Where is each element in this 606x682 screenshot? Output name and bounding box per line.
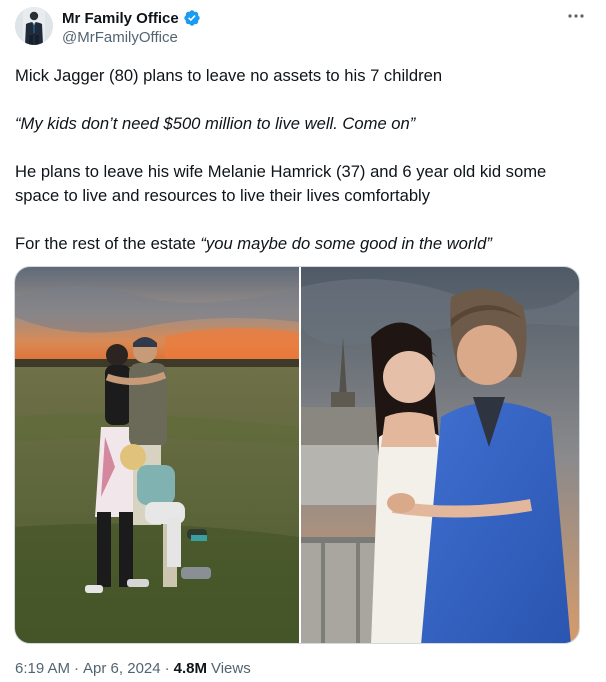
more-options-icon xyxy=(568,14,584,18)
more-options-button[interactable] xyxy=(564,6,588,26)
tweet-line-1: Mick Jagger (80) plans to leave no asset… xyxy=(15,66,443,85)
tweet-card: Mr Family Office @MrFamilyOffice Mick Ja… xyxy=(0,0,606,682)
photo-family-hug[interactable] xyxy=(15,267,299,643)
author-handle[interactable]: @MrFamilyOffice xyxy=(62,29,178,46)
tweet-date[interactable]: Apr 6, 2024 xyxy=(83,660,161,677)
verified-badge-icon xyxy=(184,10,200,26)
author-name[interactable]: Mr Family Office xyxy=(62,10,179,27)
tweet-line-3: He plans to leave his wife Melanie Hamri… xyxy=(15,162,547,205)
author-name-row: Mr Family Office xyxy=(62,8,201,28)
meta-separator: · xyxy=(74,660,80,677)
views-label: Views xyxy=(210,660,251,677)
couple-portrait-photo xyxy=(301,267,579,643)
tweet-media xyxy=(14,266,580,644)
tweet-line-4: For the rest of the estate “you maybe do… xyxy=(15,232,591,256)
photo-couple-portrait[interactable] xyxy=(301,267,579,643)
tweet-quote: “My kids don’t need $500 million to live… xyxy=(15,114,416,133)
tweet-line-4-prefix: For the rest of the estate xyxy=(15,234,201,253)
tweet-time[interactable]: 6:19 AM xyxy=(15,660,70,677)
tweet-meta: 6:19 AM · Apr 6, 2024 · 4.8M Views xyxy=(15,660,251,677)
meta-separator-2: · xyxy=(164,660,170,677)
avatar-man-in-suit-icon xyxy=(15,7,53,45)
tweet-line-4-quote: “you maybe do some good in the world” xyxy=(200,234,492,253)
tweet-text: Mick Jagger (80) plans to leave no asset… xyxy=(15,64,591,256)
author-avatar[interactable] xyxy=(15,7,53,45)
views-count: 4.8M xyxy=(173,660,207,677)
family-hug-photo xyxy=(15,267,299,643)
